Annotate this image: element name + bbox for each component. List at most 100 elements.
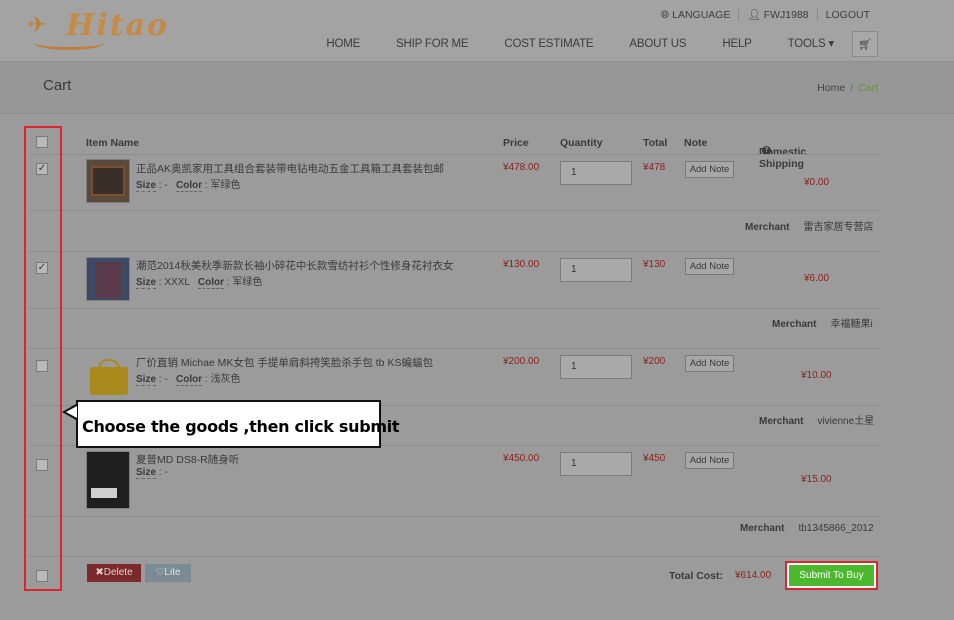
site-header: ✈ Hitao 🌐︎ LANGUAGE 👤︎ FWJ1988 LOGOUT HO… [0,0,954,62]
merchant-label: Merchant [745,222,790,233]
delete-label: Delete [103,567,133,578]
product-attributes: Size : - Color : 军绿色 [136,180,241,192]
product-name[interactable]: 正品AK奥凯家用工具组合套装带电钻电动五金工具箱工具套装包邮 [136,161,444,176]
size-value: - [164,180,168,191]
size-label: Size [136,374,157,386]
size-value: - [164,374,168,385]
merchant-name[interactable]: 幸福糖果i [830,319,872,330]
color-label: Color [176,374,203,386]
delete-button[interactable]: ✖Delete [87,564,141,582]
header-note: Note [684,137,708,149]
top-links: 🌐︎ LANGUAGE 👤︎ FWJ1988 LOGOUT [653,9,878,21]
row-divider [30,154,880,155]
quantity-input[interactable]: 1 [560,258,632,282]
domestic-shipping-value: ¥10.00 [801,370,832,381]
airplane-icon: ✈ [28,12,47,37]
merchant-label: Merchant [772,319,817,330]
caret-down-icon: ▾ [828,38,834,50]
cart-icon[interactable]: 🛒︎ [852,31,878,57]
item-total: ¥478 [643,162,666,173]
nav-home[interactable]: HOME [308,31,378,59]
nav-about-us[interactable]: ABOUT US [611,31,704,59]
quantity-input[interactable]: 1 [560,161,632,185]
user-icon: 👤︎ [747,9,764,21]
page-title: Cart [43,77,72,94]
add-note-button[interactable]: Add Note [685,161,734,178]
item-total: ¥130 [643,259,666,270]
item-price: ¥450.00 [503,453,540,464]
product-thumbnail[interactable] [86,451,130,509]
product-name[interactable]: 潮范2014秋美秋季新款长袖小碎花中长款雪纺衬衫个性修身花衬衣女 [136,258,453,273]
color-value: 军绿色 [232,277,263,288]
instruction-text: Choose the goods ,then click submit [82,417,400,436]
row-divider [30,210,880,211]
quantity-input[interactable]: 1 [560,452,632,476]
page-title-bar: Cart Home / Cart [0,62,954,114]
lite-button[interactable]: ♡Lite [145,564,191,582]
quantity-input[interactable]: 1 [560,355,632,379]
header-total: Total [643,137,668,149]
item-price: ¥478.00 [503,162,540,173]
total-cost-value: ¥614.00 [735,570,772,581]
language-link[interactable]: 🌐︎ LANGUAGE [653,9,739,21]
row-divider [30,556,880,557]
lite-label: Lite [164,567,181,578]
item-total: ¥450 [643,453,666,464]
close-icon: ✖ [95,567,104,578]
product-thumbnail[interactable] [86,257,130,301]
add-note-button[interactable]: Add Note [685,258,734,275]
checkbox-highlight-frame [24,126,62,591]
product-name[interactable]: 夏普MD DS8-R随身听 [136,452,239,467]
row-divider [30,251,880,252]
total-cost-label: Total Cost: [669,570,724,582]
breadcrumb: Home / Cart [817,82,878,94]
cart-table-header: Item Name Price Quantity Total Note Dome… [0,128,954,170]
logout-link[interactable]: LOGOUT [816,9,878,21]
main-nav: HOME SHIP FOR ME COST ESTIMATE ABOUT US … [308,31,954,59]
product-attributes: Size : - [136,467,168,479]
nav-help[interactable]: HELP [704,31,769,59]
color-value: 浅灰色 [210,374,241,385]
row-divider [30,516,880,517]
size-label: Size [136,467,157,479]
size-value: XXXL [164,277,190,288]
nav-tools-label: TOOLS [787,38,826,50]
color-label: Color [176,180,203,192]
add-note-button[interactable]: Add Note [685,452,734,469]
row-divider [30,308,880,309]
site-logo[interactable]: ✈ Hitao [28,8,188,50]
submit-highlight-frame: Submit To Buy [785,561,878,590]
size-label: Size [136,277,157,289]
merchant-name[interactable]: tb1345866_2012 [798,523,873,534]
merchant-info: Merchant 幸福糖果i [772,315,873,330]
nav-ship-for-me[interactable]: SHIP FOR ME [378,31,486,59]
product-thumbnail[interactable] [86,354,130,398]
merchant-info: Merchant vivienne土星 [759,412,874,427]
product-name[interactable]: 厂价直销 Michae MK女包 手提单肩斜挎笑脸杀手包 tb KS蝙蝠包 [136,355,433,370]
add-note-button[interactable]: Add Note [685,355,734,372]
nav-cost-estimate[interactable]: COST ESTIMATE [486,31,611,59]
merchant-name[interactable]: vivienne土星 [817,416,874,427]
merchant-label: Merchant [759,416,804,427]
breadcrumb-separator: / [850,82,854,94]
header-price: Price [503,137,529,149]
submit-to-buy-button[interactable]: Submit To Buy [789,565,874,586]
merchant-label: Merchant [740,523,785,534]
merchant-info: Merchant tb1345866_2012 [740,523,874,534]
header-quantity: Quantity [560,137,603,149]
instruction-callout: Choose the goods ,then click submit [76,400,400,448]
color-value: 军绿色 [210,180,241,191]
user-link[interactable]: 👤︎ FWJ1988 [738,9,816,21]
domestic-shipping-value: ¥6.00 [804,273,830,284]
domestic-shipping-value: ¥0.00 [804,177,830,188]
product-attributes: Size : XXXL Color : 军绿色 [136,277,263,289]
merchant-name[interactable]: 雷吉家居专营店 [803,222,873,233]
breadcrumb-home[interactable]: Home [817,82,845,94]
callout-arrow-fill [66,406,77,418]
nav-tools[interactable]: TOOLS ▾ [770,31,852,59]
product-thumbnail[interactable] [86,159,130,203]
product-attributes: Size : - Color : 浅灰色 [136,374,241,386]
username-label: FWJ1988 [763,9,809,21]
domestic-shipping-value: ¥15.00 [801,474,832,485]
language-label: LANGUAGE [672,9,731,21]
